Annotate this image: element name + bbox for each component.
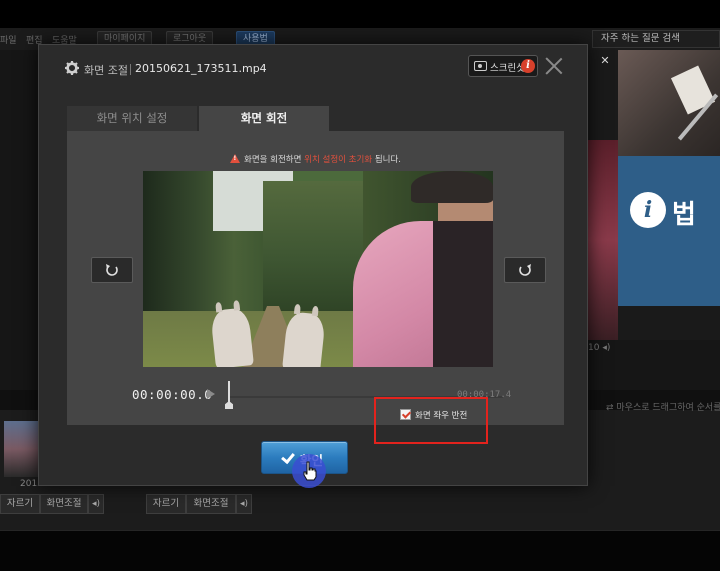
logout-button-label: 로그아웃	[173, 34, 207, 44]
preview-pane: i 법	[588, 50, 720, 340]
annotation-highlight-box	[374, 397, 488, 444]
video-preview	[143, 171, 493, 367]
warning-icon	[230, 154, 240, 163]
clip-cut-button[interactable]: 자르기	[0, 494, 40, 514]
rotate-left-button[interactable]	[91, 257, 133, 283]
dialog-title: 화면 조절	[84, 64, 128, 77]
preview-volume: 10 ◂)	[588, 343, 611, 353]
dialog-filename: 20150621_173511.mp4	[135, 62, 267, 75]
rotate-panel: 화면을 회전하면 위치 설정이 초기화 됩니다.	[67, 131, 564, 425]
current-time: 00:00:00.0	[132, 387, 213, 402]
preview-banner: i 법	[618, 156, 720, 306]
screen-adjust-dialog: 화면 조절 20150621_173511.mp4 스크린샷 i 화면 위치 설…	[38, 44, 588, 486]
clip-adjust-button[interactable]: 화면조절	[40, 494, 88, 514]
tab-rotate[interactable]: 화면 회전	[199, 106, 329, 131]
top-bar	[0, 0, 720, 28]
screenshot-button[interactable]: 스크린샷 i	[468, 55, 538, 77]
preview-image-strip	[588, 140, 618, 340]
mypage-button-label: 마이페이지	[104, 34, 146, 44]
clip2-adjust-button[interactable]: 화면조절	[186, 494, 236, 514]
info-icon[interactable]: i	[521, 59, 535, 73]
play-icon[interactable]	[207, 389, 215, 399]
rotate-ccw-icon	[106, 264, 118, 276]
rotate-cw-icon	[519, 264, 531, 276]
preview-close-icon[interactable]: ✕	[598, 54, 612, 68]
seek-handle[interactable]	[224, 381, 234, 409]
bottom-strip	[0, 530, 720, 571]
reorder-hint: ⇄ 마우스로 드래그하여 순서를 변경	[606, 403, 720, 413]
preview-image	[618, 50, 720, 160]
title-divider	[130, 64, 131, 75]
clip-thumbnail[interactable]	[4, 421, 40, 477]
screenshot-label: 스크린샷	[490, 63, 525, 74]
clip2-volume-icon[interactable]: ◂)	[236, 494, 252, 514]
clip-volume-icon[interactable]: ◂)	[88, 494, 104, 514]
tab-position-settings[interactable]: 화면 위치 설정	[67, 106, 197, 131]
howto-button-label: 사용법	[243, 34, 268, 44]
rotation-warning: 화면을 회전하면 위치 설정이 초기화 됩니다.	[67, 153, 564, 165]
warning-highlight: 위치 설정이 초기화	[304, 155, 373, 165]
hand-cursor-icon	[303, 461, 317, 481]
clip2-cut-button[interactable]: 자르기	[146, 494, 186, 514]
rotate-right-button[interactable]	[504, 257, 546, 283]
info-icon: i	[630, 192, 666, 228]
check-icon	[281, 449, 295, 465]
menu-item-file[interactable]: 파일	[0, 33, 17, 46]
close-icon[interactable]	[544, 56, 564, 76]
camera-icon	[474, 61, 487, 71]
gear-icon	[65, 61, 79, 75]
faq-search-input[interactable]: 자주 하는 질문 검색	[592, 30, 720, 48]
preview-banner-text: 법	[672, 200, 696, 230]
